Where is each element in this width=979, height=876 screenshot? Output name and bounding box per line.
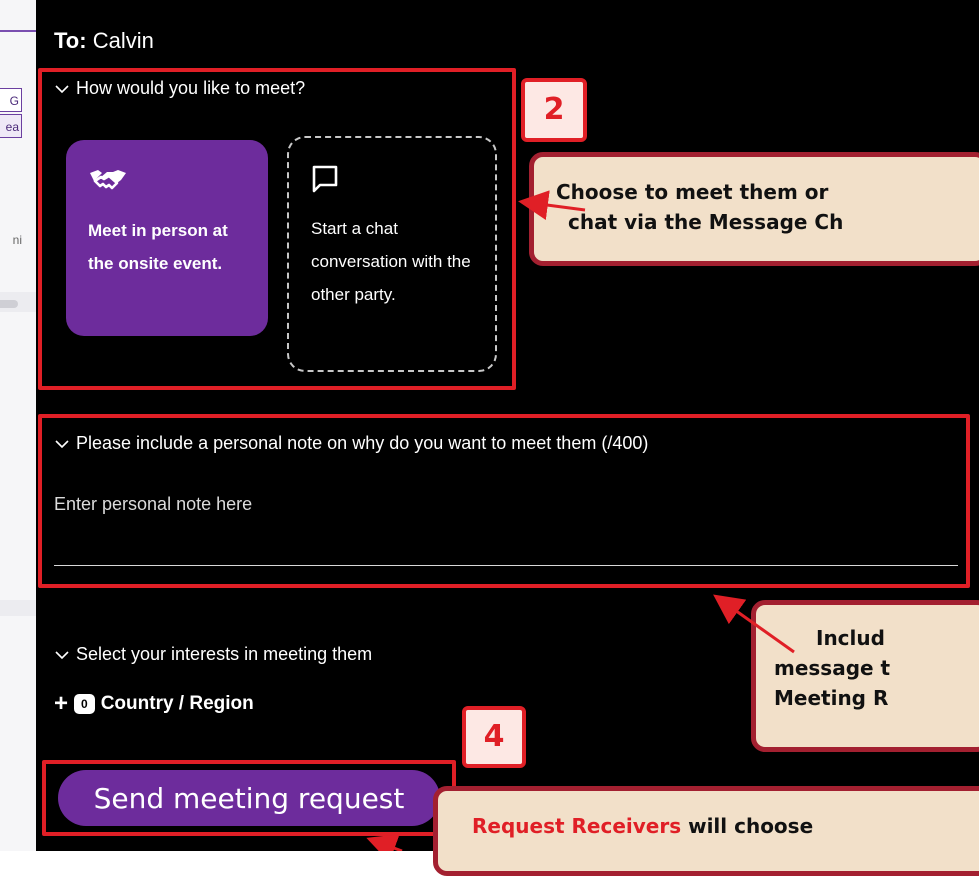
arrow-to-personal-note [713,594,795,654]
arrow-to-send-button [366,834,403,851]
arrow-to-meet-method [518,190,586,220]
annotation-arrows [366,190,795,851]
